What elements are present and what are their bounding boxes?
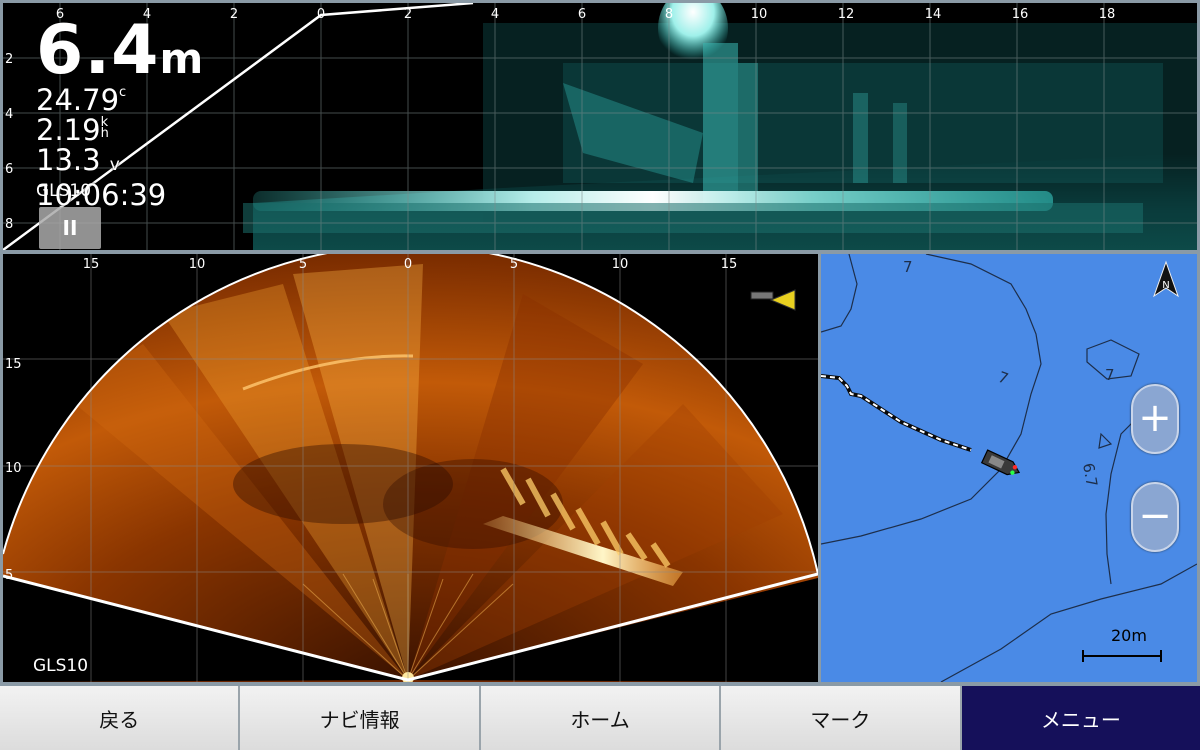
y-tick: 15 xyxy=(5,357,22,372)
chart-marker-icon xyxy=(1098,432,1113,449)
depth-label: 7 xyxy=(903,258,913,276)
x-tick: 2 xyxy=(230,7,238,22)
x-tick: 15 xyxy=(83,257,100,272)
x-tick: 10 xyxy=(751,7,768,22)
livescope-panel[interactable]: 15 10 5 0 5 10 15 15 10 5 GLS10 xyxy=(3,254,818,682)
x-tick: 10 xyxy=(612,257,629,272)
livescope-image: 15 10 5 0 5 10 15 15 10 5 xyxy=(3,254,818,682)
zoom-in-button[interactable]: + xyxy=(1131,384,1179,454)
track-dashes xyxy=(821,375,972,451)
scale-label: 20m xyxy=(1111,626,1147,645)
x-tick: 0 xyxy=(404,257,412,272)
bottom-menu-bar: 戻る ナビ情報 ホーム マーク メニュー xyxy=(0,686,1200,750)
vessel-icon xyxy=(980,449,1021,476)
home-button[interactable]: ホーム xyxy=(480,686,722,750)
y-tick: 6 xyxy=(5,162,13,177)
y-tick: 5 xyxy=(5,568,13,583)
mark-button[interactable]: マーク xyxy=(721,686,962,750)
y-tick: 4 xyxy=(5,107,13,122)
x-tick: 8 xyxy=(665,7,673,22)
livescope-x-ticks: 15 10 5 0 5 10 15 xyxy=(83,257,738,272)
downscan-y-ticks: 2 4 6 8 xyxy=(5,52,13,232)
chart-map: 7 7 7 6.7 xyxy=(821,254,1197,682)
x-tick: 18 xyxy=(1099,7,1116,22)
north-label: N xyxy=(1162,280,1169,291)
water-temp-readout: 24.79c xyxy=(36,85,203,115)
x-tick: 5 xyxy=(299,257,307,272)
chart-panel[interactable]: 7 7 7 6.7 N + − 20m xyxy=(821,254,1197,682)
x-tick: 16 xyxy=(1012,7,1029,22)
temp-unit: c xyxy=(119,85,127,100)
x-tick: 4 xyxy=(491,7,499,22)
depth-label: 7 xyxy=(996,368,1011,388)
back-button[interactable]: 戻る xyxy=(0,686,241,750)
speed-readout: 2.19k h xyxy=(36,115,203,145)
track-line xyxy=(821,374,972,452)
voltage-unit: v xyxy=(109,155,120,175)
depth-label: 7 xyxy=(1105,366,1115,384)
structure-column-4 xyxy=(893,103,907,183)
bottom-hardness xyxy=(243,203,1143,233)
structure-column-3 xyxy=(853,93,868,183)
downscan-panel[interactable]: 6 4 2 0 2 4 6 8 10 12 14 16 18 2 4 6 8 6… xyxy=(3,3,1197,250)
x-tick: 2 xyxy=(404,7,412,22)
voltage-readout: 13.3 v xyxy=(36,145,203,180)
speed-unit-bottom: h xyxy=(100,126,109,141)
structure-column-1 xyxy=(703,43,738,203)
x-tick: 6 xyxy=(578,7,586,22)
transducer-orientation-icon[interactable] xyxy=(750,289,796,311)
speed-value: 2.19 xyxy=(36,113,101,147)
voltage-value: 13.3 xyxy=(36,143,101,177)
north-arrow-glyph: N xyxy=(1153,260,1179,298)
x-tick: 5 xyxy=(510,257,518,272)
depth-value: 6.4 xyxy=(36,11,160,90)
x-tick: 12 xyxy=(838,7,855,22)
depth-readout: 6.4m xyxy=(36,17,203,85)
zoom-out-button[interactable]: − xyxy=(1131,482,1179,552)
speed-unit: kh xyxy=(100,116,109,141)
downscan-x-ticks: 6 4 2 0 2 4 6 8 10 12 14 16 18 xyxy=(56,7,1115,22)
nav-info-button[interactable]: ナビ情報 xyxy=(240,686,481,750)
x-tick: 10 xyxy=(189,257,206,272)
depth-label: 6.7 xyxy=(1079,462,1101,489)
scale-bar xyxy=(1082,650,1162,662)
y-tick: 8 xyxy=(5,217,13,232)
y-tick: 10 xyxy=(5,461,22,476)
x-tick: 14 xyxy=(925,7,942,22)
livescope-source-label: GLS10 xyxy=(33,656,89,676)
downscan-source-label: GLS10 xyxy=(36,181,92,201)
menu-button[interactable]: メニュー xyxy=(961,686,1200,750)
pause-button[interactable]: II xyxy=(39,207,101,249)
water-temp-value: 24.79 xyxy=(36,83,120,117)
x-tick: 0 xyxy=(317,7,325,22)
depth-unit: m xyxy=(159,34,204,83)
structure-column-2 xyxy=(738,63,758,203)
y-tick: 2 xyxy=(5,52,13,67)
x-tick: 15 xyxy=(721,257,738,272)
